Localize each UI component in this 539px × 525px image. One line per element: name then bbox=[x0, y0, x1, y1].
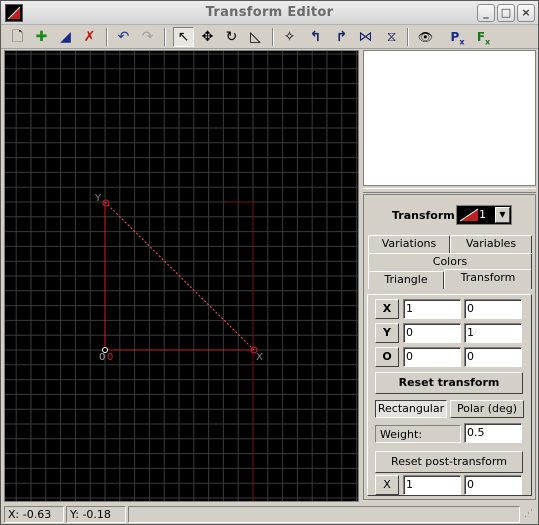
post-row-x-button[interactable]: X bbox=[375, 475, 399, 495]
weight-label: Weight: bbox=[375, 425, 461, 443]
maximize-button[interactable]: □ bbox=[497, 4, 515, 22]
weight-field[interactable]: 0.5 bbox=[464, 423, 522, 443]
label-y: Y bbox=[94, 193, 102, 204]
close-button[interactable]: × bbox=[517, 4, 535, 22]
flip-vertical-icon[interactable]: ⧖ bbox=[381, 27, 402, 47]
minimize-button[interactable]: _ bbox=[477, 4, 495, 22]
transform-canvas[interactable]: Y 0 0 X bbox=[4, 50, 359, 502]
toolbar-separator bbox=[272, 28, 274, 46]
rotate-right-icon[interactable]: ↱ bbox=[331, 27, 352, 47]
resize-grip-icon[interactable]: ⋰ bbox=[524, 509, 536, 521]
properties-panel: Transform 1 ▼ Variations Variables Color… bbox=[363, 194, 536, 500]
toolbar-separator bbox=[106, 28, 108, 46]
transform-editor-window: Transform Editor _ □ × 🗋 ✚ ◢ ✗ ↶ ↷ ↖ ✥ ↻… bbox=[0, 0, 539, 525]
preview-icon[interactable]: 👁 bbox=[415, 27, 436, 47]
horizontal-splitter[interactable] bbox=[363, 188, 536, 193]
row-x-button[interactable]: X bbox=[375, 299, 399, 319]
polar-mode-button[interactable]: Polar (deg) bbox=[450, 400, 524, 418]
transform-label: Transform bbox=[392, 209, 455, 222]
row-y-button[interactable]: Y bbox=[375, 323, 399, 343]
triangle-overlay[interactable]: Y 0 0 X bbox=[5, 51, 359, 502]
post-transform-icon[interactable]: Px bbox=[447, 27, 468, 47]
post-subscript: x bbox=[459, 37, 465, 47]
scale-icon[interactable]: ◺ bbox=[245, 27, 266, 47]
transform-select-value: 1 bbox=[479, 208, 486, 221]
o-b-field[interactable]: 0 bbox=[464, 347, 522, 367]
select-icon[interactable]: ↖ bbox=[173, 27, 194, 47]
delete-icon[interactable]: ✗ bbox=[79, 27, 100, 47]
x-a-field[interactable]: 1 bbox=[403, 299, 461, 319]
move-icon[interactable]: ✥ bbox=[197, 27, 218, 47]
new-icon[interactable]: 🗋 bbox=[7, 27, 28, 47]
toolbar-separator bbox=[164, 28, 166, 46]
undo-icon[interactable]: ↶ bbox=[113, 27, 134, 47]
post-x-a-field[interactable]: 1 bbox=[403, 475, 461, 495]
transform-tab-page: X 1 0 Y 0 1 O 0 0 Reset transform Rectan… bbox=[367, 294, 532, 496]
final-subscript: x bbox=[485, 37, 491, 47]
tab-transform[interactable]: Transform bbox=[444, 269, 532, 289]
status-message bbox=[128, 506, 520, 523]
toolbar-separator bbox=[407, 28, 409, 46]
post-letter: P bbox=[450, 30, 460, 44]
y-b-field[interactable]: 1 bbox=[464, 323, 522, 343]
flip-horizontal-icon[interactable]: ⋈ bbox=[355, 27, 376, 47]
redo-icon[interactable]: ↷ bbox=[137, 27, 158, 47]
status-y-coord: Y: -0.18 bbox=[66, 506, 126, 523]
tab-variations[interactable]: Variations bbox=[368, 235, 450, 253]
flip-icon[interactable]: ✧ bbox=[279, 27, 300, 47]
tab-variables[interactable]: Variables bbox=[450, 235, 532, 253]
reset-transform-button[interactable]: Reset transform bbox=[375, 372, 523, 394]
transform-select[interactable]: 1 ▼ bbox=[456, 205, 512, 225]
tab-triangle[interactable]: Triangle bbox=[368, 271, 444, 289]
final-letter: F bbox=[476, 30, 486, 44]
reference-outline bbox=[227, 201, 254, 501]
reset-post-transform-button[interactable]: Reset post-transform bbox=[375, 451, 523, 473]
triangle-hypotenuse bbox=[104, 201, 255, 351]
post-x-b-field[interactable]: 0 bbox=[464, 475, 522, 495]
transform-color-swatch bbox=[459, 208, 479, 222]
duplicate-icon[interactable]: ◢ bbox=[55, 27, 76, 47]
final-transform-icon[interactable]: Fx bbox=[473, 27, 494, 47]
preview-area bbox=[363, 50, 536, 186]
title-bar[interactable]: Transform Editor _ □ × bbox=[1, 1, 538, 25]
y-a-field[interactable]: 0 bbox=[403, 323, 461, 343]
label-o-red: 0 bbox=[107, 352, 113, 363]
chevron-down-icon[interactable]: ▼ bbox=[495, 207, 510, 223]
add-icon[interactable]: ✚ bbox=[31, 27, 52, 47]
toolbar: 🗋 ✚ ◢ ✗ ↶ ↷ ↖ ✥ ↻ ◺ ✧ ↰ ↱ ⋈ ⧖ 👁 Px Fx bbox=[1, 25, 538, 49]
label-x: X bbox=[256, 352, 263, 363]
status-x-coord: X: -0.63 bbox=[4, 506, 64, 523]
row-o-button[interactable]: O bbox=[375, 347, 399, 367]
rotate-left-icon[interactable]: ↰ bbox=[305, 27, 326, 47]
label-o-white: 0 bbox=[99, 352, 105, 363]
status-bar: X: -0.63 Y: -0.18 ⋰ bbox=[1, 504, 538, 524]
x-b-field[interactable]: 0 bbox=[464, 299, 522, 319]
window-title: Transform Editor bbox=[205, 5, 334, 20]
rectangular-mode-button[interactable]: Rectangular bbox=[375, 400, 447, 418]
o-a-field[interactable]: 0 bbox=[403, 347, 461, 367]
rotate-icon[interactable]: ↻ bbox=[221, 27, 242, 47]
